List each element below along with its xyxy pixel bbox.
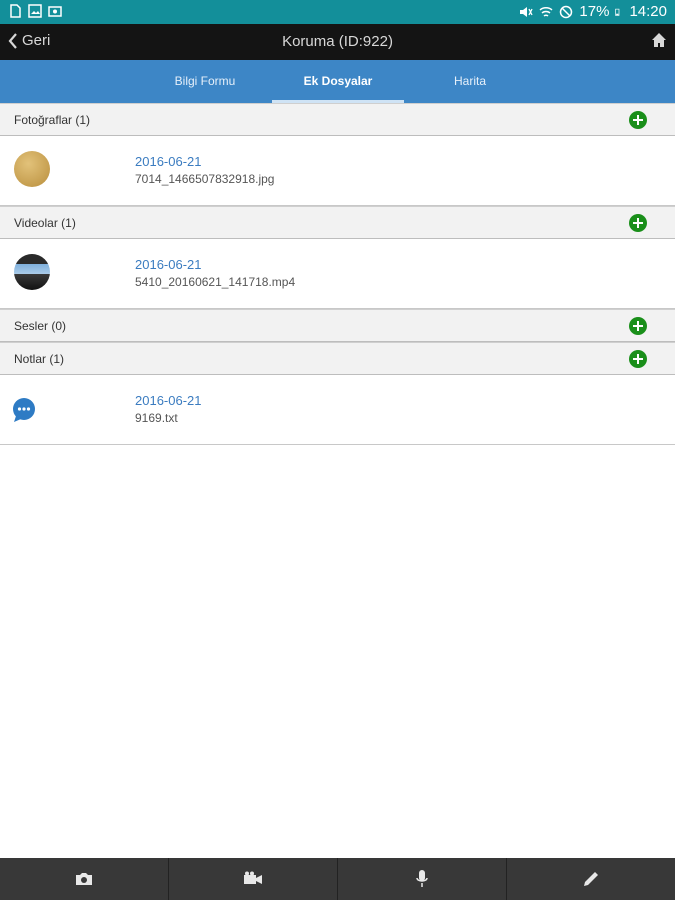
video-camera-icon — [244, 871, 262, 884]
microphone-button[interactable] — [337, 858, 506, 900]
wifi-icon — [539, 6, 553, 17]
bottom-toolbar — [0, 858, 675, 900]
add-photo-button[interactable] — [629, 111, 647, 129]
list-item-note[interactable]: 2016-06-21 9169.txt — [0, 375, 675, 445]
navigation-bar: Geri Koruma (ID:922) — [0, 24, 675, 60]
tab-ek-dosyalar[interactable]: Ek Dosyalar — [272, 60, 404, 103]
item-date: 2016-06-21 — [135, 393, 202, 408]
list-item-video[interactable]: 2016-06-21 5410_20160621_141718.mp4 — [0, 239, 675, 309]
pencil-button[interactable] — [506, 858, 675, 900]
pencil-icon — [584, 872, 598, 886]
item-filename: 7014_1466507832918.jpg — [135, 172, 275, 186]
item-date: 2016-06-21 — [135, 257, 202, 272]
add-video-button[interactable] — [629, 214, 647, 232]
home-icon — [652, 33, 666, 47]
battery-icon — [615, 8, 620, 16]
microphone-icon — [416, 870, 428, 887]
tab-bilgi-formu[interactable]: Bilgi Formu — [138, 60, 272, 103]
sim-icon — [10, 4, 21, 18]
camera-notification-icon — [48, 6, 62, 17]
image-icon — [28, 4, 42, 18]
section-header-notes: Notlar (1) — [0, 342, 675, 375]
home-button[interactable] — [651, 32, 667, 53]
block-icon — [560, 5, 573, 18]
page-title: Koruma (ID:922) — [282, 33, 393, 50]
list-item-photo[interactable]: 2016-06-21 7014_1466507832918.jpg — [0, 136, 675, 206]
item-filename: 9169.txt — [135, 411, 178, 425]
tab-bar: Bilgi Formu Ek Dosyalar Harita — [0, 60, 675, 103]
battery-percent: 17% — [579, 3, 610, 20]
section-header-sounds: Sesler (0) — [0, 309, 675, 342]
item-filename: 5410_20160621_141718.mp4 — [135, 275, 296, 289]
item-date: 2016-06-21 — [135, 154, 202, 169]
section-label-sounds: Sesler (0) — [14, 319, 67, 333]
section-header-photos: Fotoğraflar (1) — [0, 103, 675, 136]
add-sound-button[interactable] — [629, 317, 647, 335]
section-header-videos: Videolar (1) — [0, 206, 675, 239]
mute-icon — [520, 6, 534, 17]
video-thumbnail — [14, 254, 50, 290]
section-label-photos: Fotoğraflar (1) — [14, 113, 91, 127]
photo-thumbnail — [14, 151, 50, 187]
clock: 14:20 — [629, 3, 667, 20]
chat-bubble-icon — [13, 398, 35, 422]
tab-harita[interactable]: Harita — [404, 60, 536, 103]
camera-icon — [76, 873, 92, 885]
status-bar: 17% 14:20 — [0, 0, 675, 24]
section-label-videos: Videolar (1) — [14, 216, 76, 230]
video-record-button[interactable] — [168, 858, 337, 900]
add-note-button[interactable] — [629, 350, 647, 368]
section-label-notes: Notlar (1) — [14, 352, 65, 366]
camera-button[interactable] — [0, 858, 168, 900]
